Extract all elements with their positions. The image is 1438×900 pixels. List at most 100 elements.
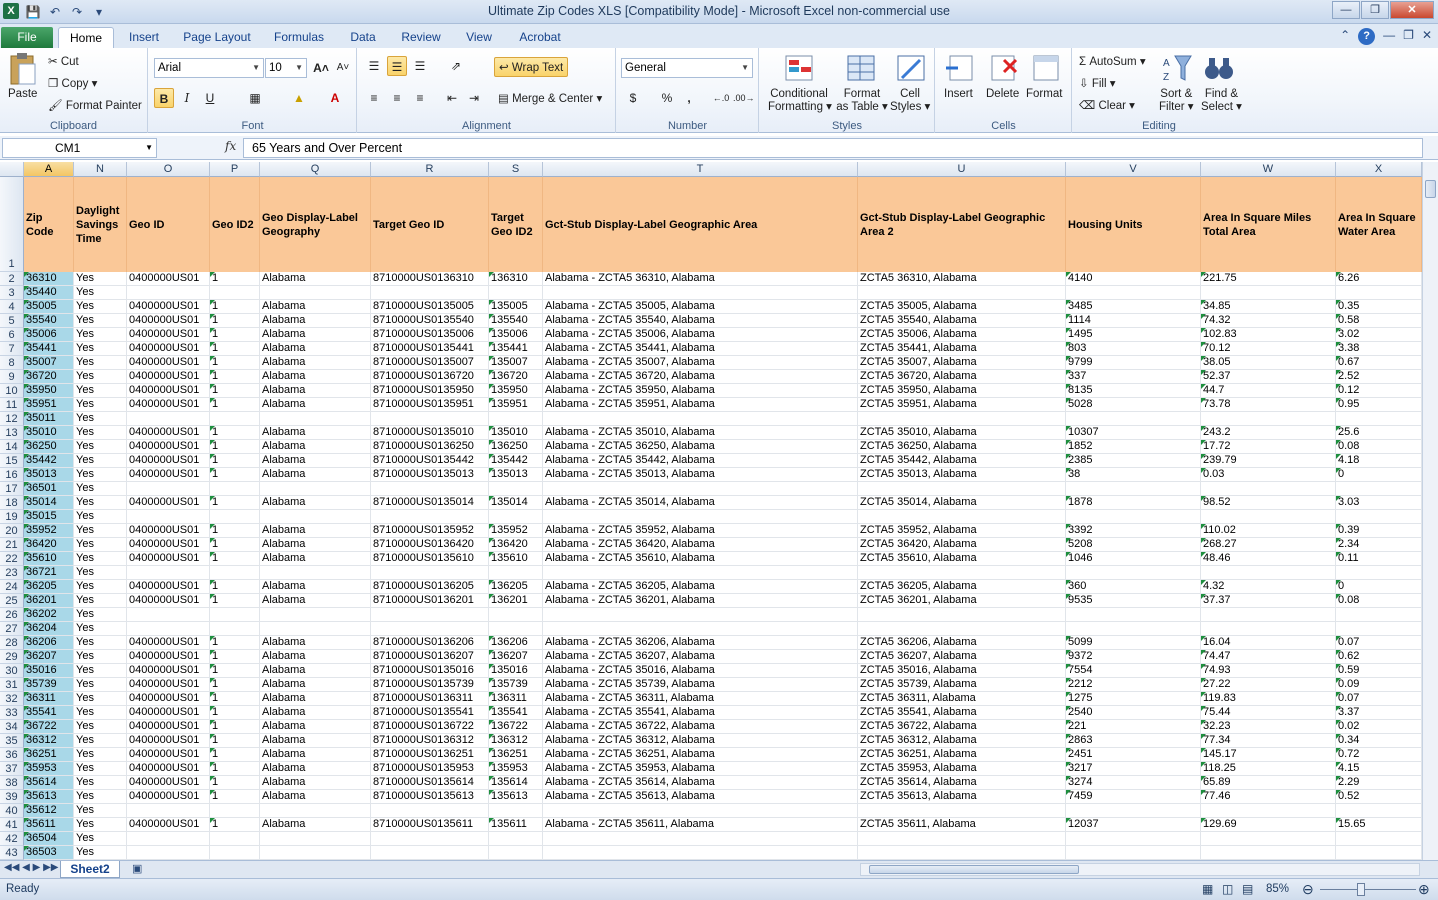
table-cell[interactable]: Yes bbox=[74, 636, 127, 650]
table-cell[interactable]: 36201 bbox=[24, 594, 74, 608]
table-cell[interactable]: Yes bbox=[74, 314, 127, 328]
table-cell[interactable]: 27.22 bbox=[1201, 678, 1336, 692]
table-cell[interactable]: 0400000US01 bbox=[127, 356, 210, 370]
table-cell[interactable] bbox=[1336, 566, 1422, 580]
table-cell[interactable]: 8710000US0135950 bbox=[371, 384, 489, 398]
table-cell[interactable] bbox=[371, 846, 489, 860]
table-cell[interactable]: 4.15 bbox=[1336, 762, 1422, 776]
row-header[interactable]: 23 bbox=[0, 566, 24, 580]
font-color-icon[interactable]: A bbox=[325, 88, 345, 108]
table-cell[interactable]: 0400000US01 bbox=[127, 762, 210, 776]
tab-insert[interactable]: Insert bbox=[120, 27, 168, 48]
table-cell[interactable] bbox=[1066, 846, 1201, 860]
column-header-a[interactable]: A bbox=[24, 162, 74, 177]
table-cell[interactable] bbox=[371, 622, 489, 636]
minimize-button[interactable]: — bbox=[1332, 1, 1360, 19]
table-cell[interactable]: 337 bbox=[1066, 370, 1201, 384]
table-cell[interactable]: 0400000US01 bbox=[127, 692, 210, 706]
tab-formulas[interactable]: Formulas bbox=[266, 27, 332, 48]
table-cell[interactable] bbox=[371, 566, 489, 580]
table-cell[interactable]: 0.09 bbox=[1336, 678, 1422, 692]
table-cell[interactable] bbox=[858, 608, 1066, 622]
help-icon[interactable]: ? bbox=[1358, 28, 1376, 45]
table-cell[interactable] bbox=[1201, 482, 1336, 496]
table-cell[interactable]: 1 bbox=[210, 314, 260, 328]
table-cell[interactable] bbox=[371, 608, 489, 622]
ws-close-icon[interactable]: ✕ bbox=[1422, 28, 1432, 45]
table-cell[interactable]: Alabama - ZCTA5 36722, Alabama bbox=[543, 720, 858, 734]
table-cell[interactable]: 0400000US01 bbox=[127, 440, 210, 454]
table-cell[interactable] bbox=[1336, 608, 1422, 622]
table-cell[interactable]: 8710000US0135005 bbox=[371, 300, 489, 314]
table-cell[interactable]: Yes bbox=[74, 622, 127, 636]
zoom-out-icon[interactable]: ⊖ bbox=[1302, 881, 1314, 898]
table-cell[interactable]: 1 bbox=[210, 790, 260, 804]
row-header[interactable]: 40 bbox=[0, 804, 24, 818]
table-cell[interactable]: 0.03 bbox=[1201, 468, 1336, 482]
column-header-r[interactable]: R bbox=[371, 162, 489, 177]
table-cell[interactable]: 36722 bbox=[24, 720, 74, 734]
table-cell[interactable]: ZCTA5 35953, Alabama bbox=[858, 762, 1066, 776]
table-cell[interactable]: Yes bbox=[74, 832, 127, 846]
table-cell[interactable]: 5099 bbox=[1066, 636, 1201, 650]
table-cell[interactable]: Alabama - ZCTA5 35441, Alabama bbox=[543, 342, 858, 356]
delete-button[interactable]: Delete bbox=[986, 88, 1019, 100]
row-header[interactable]: 22 bbox=[0, 552, 24, 566]
table-cell[interactable]: 8710000US0136312 bbox=[371, 734, 489, 748]
table-cell[interactable]: Yes bbox=[74, 566, 127, 580]
row-header[interactable]: 9 bbox=[0, 370, 24, 384]
table-cell[interactable]: 135951 bbox=[489, 398, 543, 412]
table-cell[interactable] bbox=[1201, 286, 1336, 300]
table-cell[interactable]: ZCTA5 35005, Alabama bbox=[858, 300, 1066, 314]
number-format-combo[interactable]: General ▼ bbox=[621, 58, 753, 78]
table-cell[interactable]: Alabama - ZCTA5 35007, Alabama bbox=[543, 356, 858, 370]
table-cell[interactable]: Alabama - ZCTA5 35614, Alabama bbox=[543, 776, 858, 790]
table-cell[interactable]: 2.52 bbox=[1336, 370, 1422, 384]
table-cell[interactable]: Alabama - ZCTA5 35953, Alabama bbox=[543, 762, 858, 776]
row-header[interactable]: 12 bbox=[0, 412, 24, 426]
table-cell[interactable]: 98.52 bbox=[1201, 496, 1336, 510]
row-header[interactable]: 31 bbox=[0, 678, 24, 692]
table-cell[interactable]: 1 bbox=[210, 552, 260, 566]
maximize-button[interactable]: ❐ bbox=[1361, 1, 1389, 19]
table-cell[interactable]: ZCTA5 35611, Alabama bbox=[858, 818, 1066, 832]
table-cell[interactable]: 0400000US01 bbox=[127, 580, 210, 594]
table-cell[interactable]: 35442 bbox=[24, 454, 74, 468]
table-cell[interactable] bbox=[489, 412, 543, 426]
table-cell[interactable]: 0.08 bbox=[1336, 440, 1422, 454]
table-cell[interactable]: 135007 bbox=[489, 356, 543, 370]
table-cell[interactable] bbox=[127, 412, 210, 426]
table-cell[interactable]: 135953 bbox=[489, 762, 543, 776]
table-cell[interactable]: Yes bbox=[74, 440, 127, 454]
table-cell[interactable]: Alabama - ZCTA5 35952, Alabama bbox=[543, 524, 858, 538]
row-header[interactable]: 35 bbox=[0, 734, 24, 748]
table-cell[interactable]: ZCTA5 35014, Alabama bbox=[858, 496, 1066, 510]
table-cell[interactable]: 36720 bbox=[24, 370, 74, 384]
select-all-button[interactable] bbox=[0, 162, 24, 177]
row-header[interactable]: 15 bbox=[0, 454, 24, 468]
table-cell[interactable]: 8710000US0136720 bbox=[371, 370, 489, 384]
row-header[interactable]: 38 bbox=[0, 776, 24, 790]
table-cell[interactable]: 35440 bbox=[24, 286, 74, 300]
table-cell[interactable]: Alabama - ZCTA5 35541, Alabama bbox=[543, 706, 858, 720]
table-cell[interactable]: 135540 bbox=[489, 314, 543, 328]
table-cell[interactable]: Yes bbox=[74, 468, 127, 482]
table-cell[interactable]: Alabama bbox=[260, 496, 371, 510]
table-cell[interactable] bbox=[858, 482, 1066, 496]
table-cell[interactable] bbox=[858, 832, 1066, 846]
table-cell[interactable]: 9535 bbox=[1066, 594, 1201, 608]
table-cell[interactable] bbox=[1066, 412, 1201, 426]
table-cell[interactable]: 1 bbox=[210, 650, 260, 664]
table-cell[interactable]: 268.27 bbox=[1201, 538, 1336, 552]
table-cell[interactable]: 35010 bbox=[24, 426, 74, 440]
table-cell[interactable]: 36420 bbox=[24, 538, 74, 552]
horizontal-scroll-thumb[interactable] bbox=[869, 865, 1079, 874]
table-cell[interactable] bbox=[1336, 846, 1422, 860]
header-cell[interactable]: Gct-Stub Display-Label Geographic Area bbox=[543, 177, 858, 272]
row-header[interactable]: 19 bbox=[0, 510, 24, 524]
table-cell[interactable]: ZCTA5 35010, Alabama bbox=[858, 426, 1066, 440]
table-cell[interactable]: Alabama - ZCTA5 36312, Alabama bbox=[543, 734, 858, 748]
table-cell[interactable]: 38.05 bbox=[1201, 356, 1336, 370]
table-cell[interactable]: Yes bbox=[74, 370, 127, 384]
sheet-nav-arrows-icon[interactable]: ◀◀ ◀ ▶ ▶▶ bbox=[4, 862, 58, 873]
